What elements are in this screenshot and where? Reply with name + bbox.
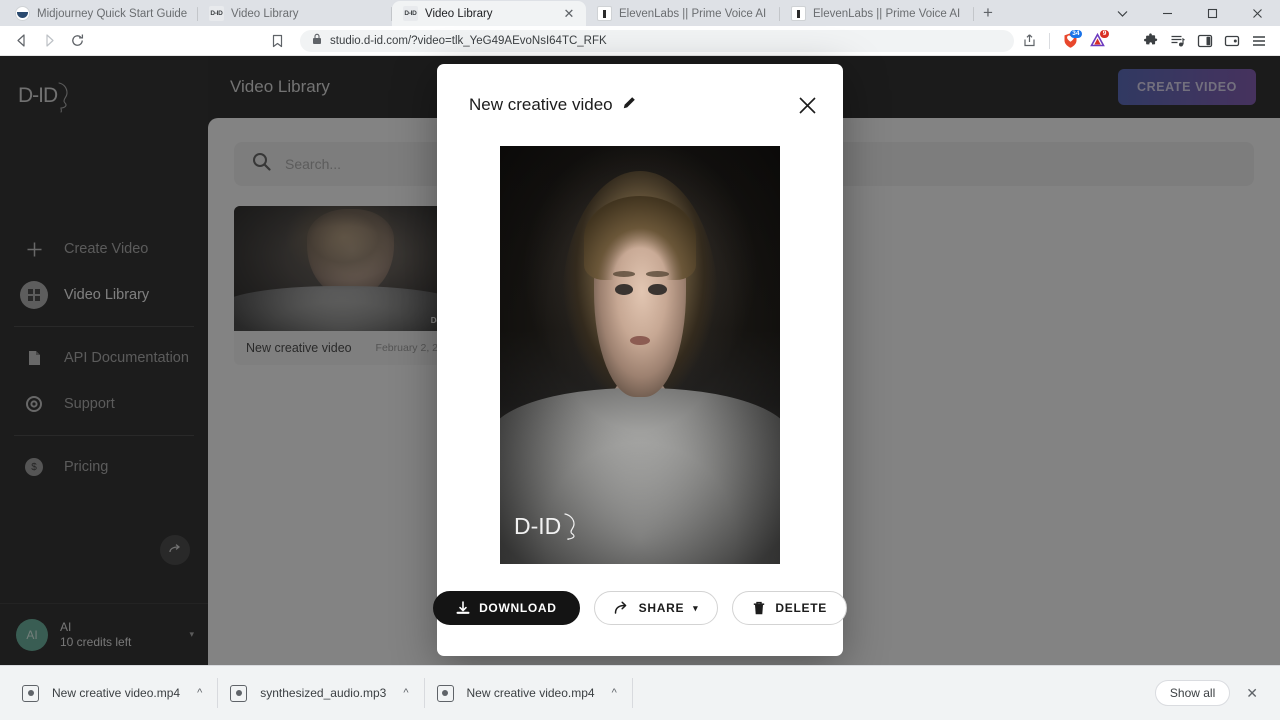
pencil-icon[interactable] [622, 95, 636, 115]
trash-icon [752, 601, 766, 616]
toolbar-icons: 34 9 [1016, 28, 1272, 54]
delete-button[interactable]: DELETE [732, 591, 847, 625]
triangle-extension-icon[interactable]: 9 [1084, 28, 1110, 54]
video-watermark: D-ID [514, 512, 580, 540]
share-arrow-icon [614, 601, 630, 615]
tab-title: Midjourney Quick Start Guide [37, 7, 188, 20]
video-watermark-text: D-ID [514, 512, 562, 539]
modal-header: New creative video [437, 64, 843, 146]
download-bar: New creative video.mp4 ^ synthesized_aud… [0, 665, 1280, 720]
modal-action-buttons: DOWNLOAD SHARE ▾ DELETE [433, 591, 847, 625]
address-bar[interactable]: studio.d-id.com/?video=tlk_YeG49AEvoNsI6… [300, 29, 1014, 52]
browser-tab-4[interactable]: ElevenLabs || Prime Voice AI [780, 1, 974, 26]
extension-badge-count: 34 [1069, 29, 1082, 38]
browser-toolbar: studio.d-id.com/?video=tlk_YeG49AEvoNsI6… [0, 26, 1280, 56]
window-controls [1100, 0, 1280, 26]
download-file-name: New creative video.mp4 [52, 686, 181, 700]
elevenlabs-icon [597, 6, 612, 21]
share-icon[interactable] [1016, 28, 1042, 54]
puzzle-icon[interactable] [1138, 28, 1164, 54]
elevenlabs-icon [791, 6, 806, 21]
playlist-icon[interactable] [1165, 28, 1191, 54]
download-button-label: DOWNLOAD [479, 601, 557, 615]
did-icon: D-ID [209, 6, 224, 21]
new-tab-button[interactable]: + [974, 0, 1002, 26]
video-vignette [500, 146, 780, 564]
modal-title-row: New creative video [469, 95, 798, 115]
chevron-up-icon[interactable]: ^ [403, 687, 408, 699]
tab-title: Video Library [231, 7, 299, 20]
chevron-up-icon[interactable]: ^ [197, 687, 202, 699]
share-button[interactable]: SHARE ▾ [593, 591, 719, 625]
video-detail-modal: New creative video D-ID DOWNLOAD SHARE ▾… [433, 64, 847, 656]
browser-tab-1[interactable]: D-ID Video Library [198, 1, 392, 26]
tab-search-icon[interactable] [1100, 0, 1145, 26]
download-file-name: synthesized_audio.mp3 [260, 686, 387, 700]
browser-tab-3[interactable]: ElevenLabs || Prime Voice AI [586, 1, 780, 26]
menu-icon[interactable] [1246, 28, 1272, 54]
lock-icon [312, 32, 322, 50]
tab-title: ElevenLabs || Prime Voice AI [619, 7, 767, 20]
tab-close-icon[interactable]: ✕ [562, 7, 576, 20]
tab-title: Video Library [425, 7, 493, 20]
side-panel-icon[interactable] [1192, 28, 1218, 54]
media-file-icon [436, 684, 454, 702]
url-text: studio.d-id.com/?video=tlk_YeG49AEvoNsI6… [330, 34, 607, 47]
tab-strip: Midjourney Quick Start Guide D-ID Video … [0, 0, 1280, 26]
maximize-button[interactable] [1190, 0, 1235, 26]
wallet-icon[interactable] [1219, 28, 1245, 54]
download-item[interactable]: synthesized_audio.mp3 ^ [218, 673, 425, 713]
did-icon: D-ID [403, 6, 418, 21]
delete-button-label: DELETE [775, 601, 827, 615]
show-all-downloads-button[interactable]: Show all [1154, 680, 1231, 706]
address-bar-area: studio.d-id.com/?video=tlk_YeG49AEvoNsI6… [92, 28, 1014, 54]
close-icon[interactable] [798, 96, 817, 115]
browser-tab-2-active[interactable]: D-ID Video Library ✕ [392, 1, 586, 26]
browser-window: Midjourney Quick Start Guide D-ID Video … [0, 0, 1280, 720]
reload-icon[interactable] [64, 28, 90, 54]
back-icon[interactable] [8, 28, 34, 54]
extension-badge-count: 9 [1100, 29, 1109, 38]
download-button[interactable]: DOWNLOAD [433, 591, 580, 625]
tab-title: ElevenLabs || Prime Voice AI [813, 7, 961, 20]
video-player[interactable]: D-ID [500, 146, 780, 564]
download-item[interactable]: New creative video.mp4 ^ [425, 673, 633, 713]
midjourney-icon [15, 6, 30, 21]
shield-extension-icon[interactable]: 34 [1057, 28, 1083, 54]
download-bar-actions: Show all ✕ [1154, 680, 1270, 706]
download-item[interactable]: New creative video.mp4 ^ [10, 673, 219, 713]
media-file-icon [230, 684, 248, 702]
close-download-bar-icon[interactable]: ✕ [1242, 685, 1262, 702]
download-icon [456, 600, 470, 616]
minimize-button[interactable] [1145, 0, 1190, 26]
download-file-name: New creative video.mp4 [466, 686, 595, 700]
browser-tab-0[interactable]: Midjourney Quick Start Guide [4, 1, 198, 26]
share-button-label: SHARE [638, 601, 685, 615]
close-window-button[interactable] [1235, 0, 1280, 26]
forward-icon[interactable] [36, 28, 62, 54]
chevron-up-icon[interactable]: ^ [612, 687, 617, 699]
chevron-down-icon: ▾ [693, 602, 699, 613]
toolbar-divider [1049, 32, 1050, 49]
media-file-icon [22, 684, 39, 702]
bookmark-icon[interactable] [264, 28, 290, 54]
modal-title: New creative video [469, 95, 613, 114]
